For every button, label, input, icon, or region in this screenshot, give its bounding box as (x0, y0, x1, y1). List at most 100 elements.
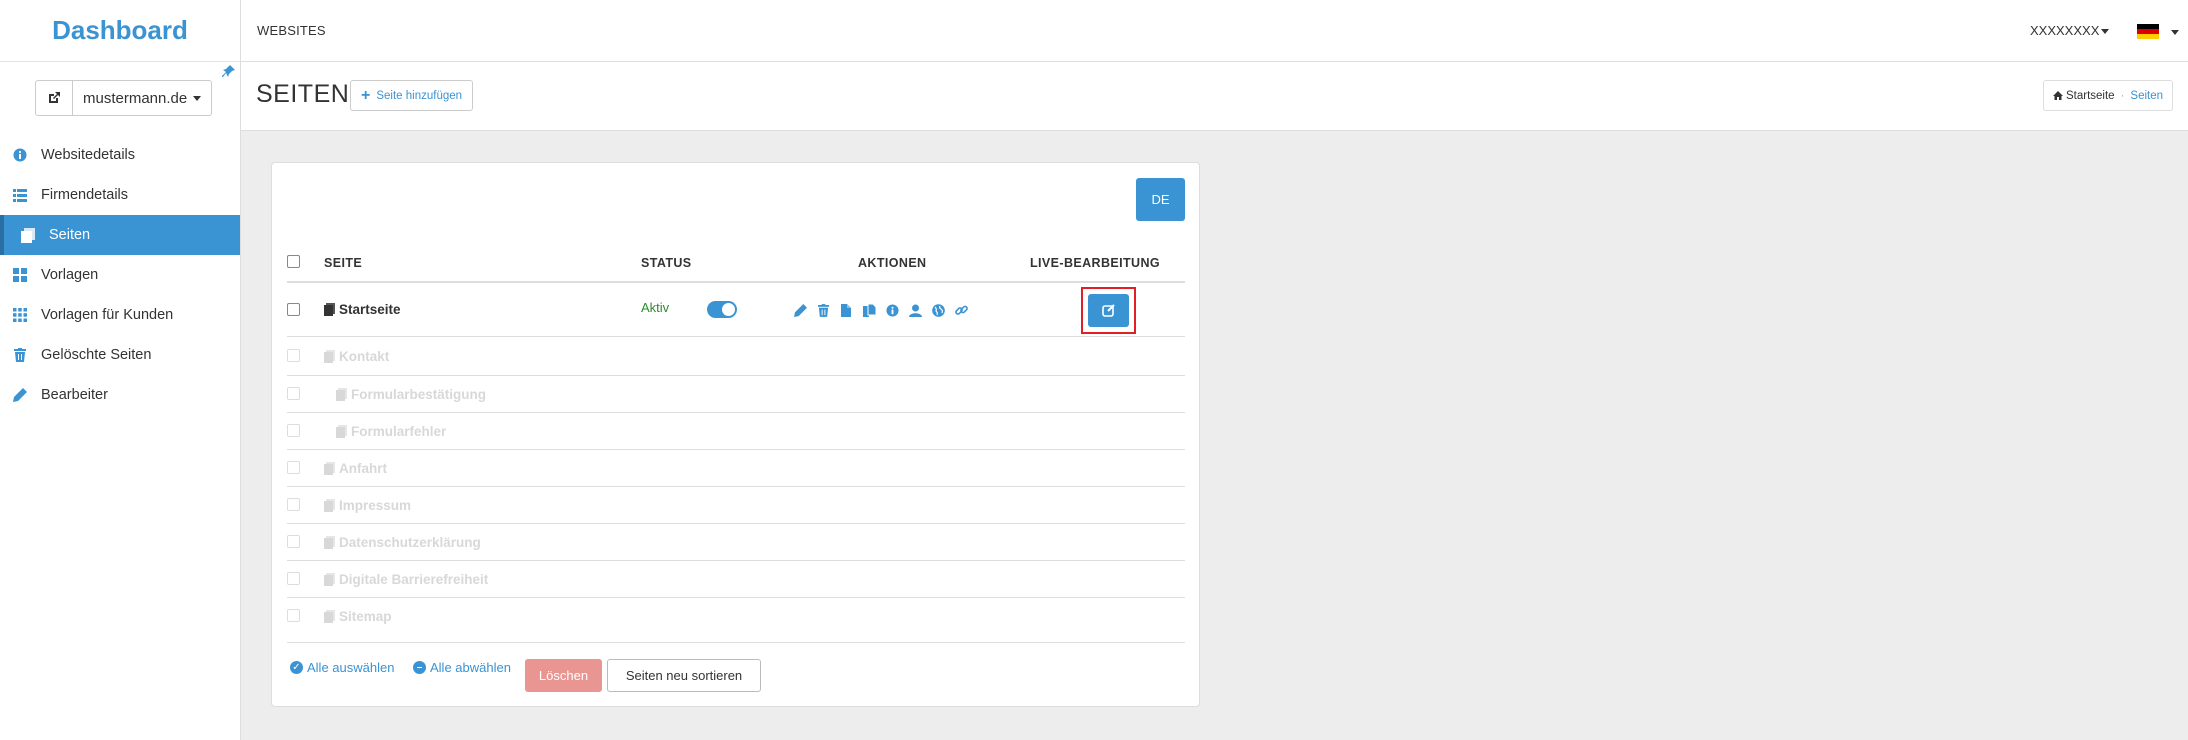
sidebar-item-vorlagen[interactable]: Vorlagen (0, 255, 240, 295)
status-text: Aktiv (641, 300, 670, 315)
page-name: Sitemap (324, 609, 392, 624)
germany-flag-icon[interactable] (2137, 24, 2159, 39)
page-name-label: Formularfehler (351, 424, 447, 439)
breadcrumb: Startseite · Seiten (2043, 80, 2174, 111)
sidebar: Dashboard mustermann.de Websitedetails F… (0, 0, 241, 740)
topbar: WEBSITES XXXXXXXX (241, 0, 2188, 62)
page-name-label: Startseite (339, 302, 401, 317)
check-circle-icon: ✓ (290, 661, 303, 674)
table-row: Datenschutzerklärung (287, 524, 1185, 561)
pages-icon (20, 227, 36, 243)
website-dropdown[interactable]: mustermann.de (73, 80, 213, 116)
page-name: Formularfehler (336, 424, 446, 439)
add-page-button[interactable]: + Seite hinzufügen (350, 80, 474, 111)
page-icon (324, 462, 335, 475)
page-name: Impressum (324, 498, 411, 513)
row-checkbox (287, 572, 300, 585)
table-row: Anfahrt (287, 450, 1185, 487)
live-edit-button[interactable] (1088, 294, 1129, 327)
pencil-icon[interactable] (792, 302, 808, 318)
page-name-label: Impressum (339, 498, 412, 513)
select-all-link[interactable]: ✓ Alle auswählen (290, 660, 394, 675)
status-toggle[interactable] (707, 301, 737, 318)
column-header-actions: AKTIONEN (858, 256, 927, 270)
pencil-icon (12, 387, 28, 403)
sidebar-item-bearbeiter[interactable]: Bearbeiter (0, 375, 240, 415)
copy-icon[interactable] (861, 302, 877, 318)
column-header-live: LIVE-BEARBEITUNG (1030, 256, 1161, 270)
page-icon (324, 303, 335, 316)
plus-icon: + (361, 86, 371, 104)
table-row: Digitale Barrierefreiheit (287, 561, 1185, 598)
breadcrumb-home[interactable]: Startseite (2053, 90, 2115, 102)
sidebar-item-label: Vorlagen für Kunden (41, 307, 174, 323)
minus-circle-icon: – (413, 661, 426, 674)
pages-card: DE SEITE STATUS AKTIONEN LIVE-BEARBEITUN… (271, 162, 1200, 707)
info-icon[interactable] (884, 302, 900, 318)
page-name[interactable]: Startseite (324, 302, 401, 317)
sidebar-item-seiten[interactable]: Seiten (0, 215, 240, 255)
sidebar-item-label: Websitedetails (41, 147, 136, 163)
table-footer-divider (287, 642, 1185, 643)
chevron-down-icon[interactable] (2171, 30, 2179, 35)
open-website-button[interactable] (35, 80, 73, 116)
page-icon (324, 536, 335, 549)
pin-icon[interactable] (222, 64, 236, 78)
column-header-status: STATUS (641, 256, 692, 270)
deselect-all-link[interactable]: – Alle abwählen (413, 660, 511, 675)
sidebar-item-websitedetails[interactable]: Websitedetails (0, 135, 240, 175)
page-name-label: Kontakt (339, 349, 390, 364)
page-icon (336, 425, 347, 438)
brand[interactable]: Dashboard (0, 0, 240, 62)
page-icon (324, 499, 335, 512)
page-name-label: Digitale Barrierefreiheit (339, 572, 489, 587)
brand-title[interactable]: Dashboard (52, 15, 188, 46)
row-checkbox (287, 424, 300, 437)
table-row: Formularbestätigung (287, 376, 1185, 413)
globe-icon[interactable] (930, 302, 946, 318)
trash-icon[interactable] (815, 302, 831, 318)
row-checkbox (287, 609, 300, 622)
trash-icon (12, 347, 28, 363)
breadcrumb-current[interactable]: Seiten (2130, 90, 2163, 102)
sidebar-item-vorlagen-fuer-kunden[interactable]: Vorlagen für Kunden (0, 295, 240, 335)
delete-button[interactable]: Löschen (525, 659, 602, 692)
edit-icon (1102, 304, 1115, 317)
row-checkbox[interactable] (287, 303, 300, 316)
sidebar-item-label: Gelöschte Seiten (41, 347, 152, 363)
add-page-label: Seite hinzufügen (376, 89, 463, 102)
page-name-label: Datenschutzerklärung (339, 535, 481, 550)
sidebar-item-label: Vorlagen (41, 267, 99, 283)
page-name: Datenschutzerklärung (324, 535, 481, 550)
topbar-websites-link[interactable]: WEBSITES (257, 23, 326, 38)
home-icon (2053, 91, 2063, 100)
resort-pages-button[interactable]: Seiten neu sortieren (607, 659, 761, 692)
row-checkbox (287, 535, 300, 548)
page-icon (324, 610, 335, 623)
table-row: Formularfehler (287, 413, 1185, 450)
page-name: Anfahrt (324, 461, 387, 476)
sidebar-item-label: Bearbeiter (41, 387, 108, 403)
link-icon[interactable] (953, 302, 969, 318)
breadcrumb-home-label: Startseite (2066, 89, 2115, 102)
sidebar-item-firmendetails[interactable]: Firmendetails (0, 175, 240, 215)
row-checkbox (287, 461, 300, 474)
page-name: Digitale Barrierefreiheit (324, 572, 488, 587)
chevron-down-icon (193, 95, 202, 101)
website-selector: mustermann.de (35, 80, 213, 116)
sidebar-item-label: Seiten (49, 227, 91, 243)
info-circle-icon (12, 147, 28, 163)
file-icon[interactable] (838, 302, 854, 318)
page-name-label: Formularbestätigung (351, 387, 487, 402)
list-icon (12, 187, 28, 203)
select-all-checkbox[interactable] (287, 255, 300, 268)
language-button[interactable]: DE (1136, 178, 1185, 221)
table-row: Kontakt (287, 338, 1185, 376)
user-menu[interactable]: XXXXXXXX (2030, 23, 2110, 38)
select-all-label: Alle auswählen (307, 660, 395, 675)
sidebar-item-label: Firmendetails (41, 187, 129, 203)
column-header-page: SEITE (324, 256, 363, 270)
table-header: SEITE STATUS AKTIONEN LIVE-BEARBEITUNG (287, 249, 1185, 283)
user-icon[interactable] (907, 302, 923, 318)
sidebar-item-geloeschte-seiten[interactable]: Gelöschte Seiten (0, 335, 240, 375)
